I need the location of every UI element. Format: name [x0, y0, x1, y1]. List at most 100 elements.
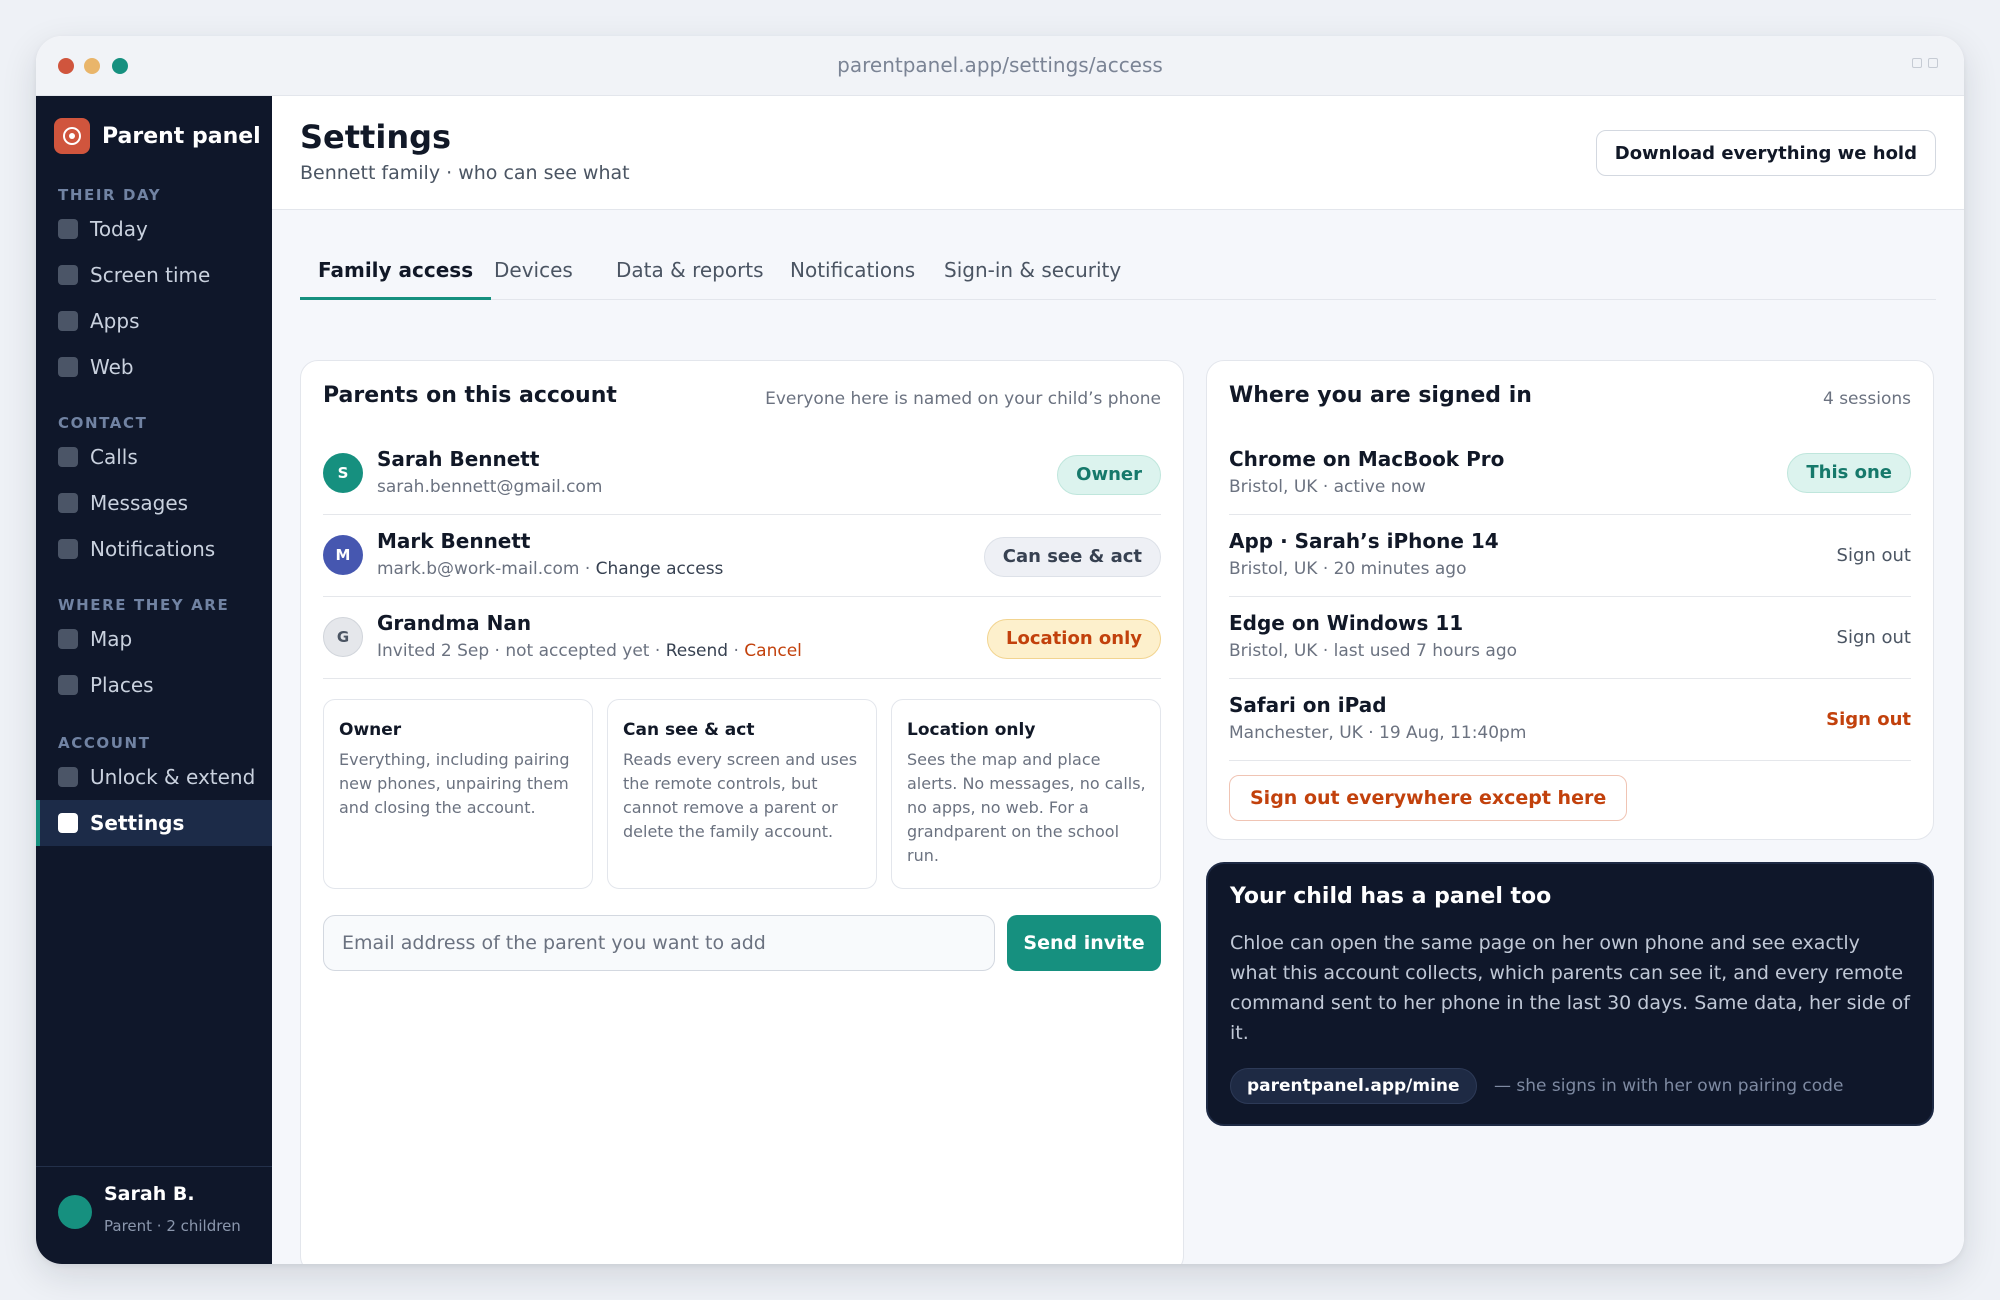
role-badge[interactable]: Can see & act	[983, 537, 1161, 577]
list-item[interactable]: G Grandma Nan Invited 2 Sep · not accept…	[323, 597, 1161, 679]
sidebar-item-label: Web	[90, 355, 134, 379]
sidebar-item-calls[interactable]: Calls	[36, 434, 272, 480]
sidebar-item-label: Map	[90, 627, 133, 651]
page-subtitle: Bennett family · who can see what	[300, 162, 630, 184]
child-panel-link[interactable]: parentpanel.app/mine	[1230, 1068, 1477, 1104]
address-bar[interactable]: parentpanel.app/settings/access	[36, 53, 1964, 77]
sidebar-item-label: Calls	[90, 445, 138, 469]
person-name: Sarah Bennett	[377, 447, 540, 471]
sidebar-item-places[interactable]: Places	[36, 662, 272, 708]
sidebar-item-web[interactable]: Web	[36, 344, 272, 390]
sign-out-button[interactable]: Sign out	[1826, 709, 1911, 730]
sidebar-item-unlock-extend[interactable]: Unlock & extend	[36, 754, 272, 800]
sidebar-item-label: Screen time	[90, 263, 211, 287]
user-profile[interactable]: Sarah B. Parent · 2 children	[36, 1166, 272, 1264]
window-control-icon[interactable]	[1928, 58, 1938, 68]
sidebar-item-label: Settings	[90, 811, 185, 835]
parents-card: Parents on this account Everyone here is…	[300, 360, 1184, 1264]
person-email: sarah.bennett@gmail.com	[377, 477, 603, 497]
sidebar-item-screen-time[interactable]: Screen time	[36, 252, 272, 298]
screen-time-icon	[58, 265, 78, 285]
places-icon	[58, 675, 78, 695]
session-detail: Bristol, UK · active now	[1229, 477, 1426, 497]
sign-out-button[interactable]: Sign out	[1837, 627, 1911, 648]
role-description-owner: Owner Everything, including pairing new …	[323, 699, 593, 889]
role-description: Sees the map and place alerts. No messag…	[907, 750, 1146, 865]
download-data-button[interactable]: Download everything we hold	[1595, 130, 1936, 176]
table-row: App · Sarah’s iPhone 14 Bristol, UK · 20…	[1229, 515, 1911, 597]
nav-section-account: ACCOUNT	[58, 734, 151, 752]
sidebar-item-map[interactable]: Map	[36, 616, 272, 662]
sidebar-item-label: Places	[90, 673, 154, 697]
invite-status: Invited 2 Sep · not accepted yet ·	[377, 641, 666, 661]
child-panel-description: Chloe can open the same page on her own …	[1230, 932, 1910, 1044]
tab-data-reports[interactable]: Data & reports	[598, 250, 782, 300]
page-title: Settings	[300, 118, 452, 156]
sidebar-item-notifications[interactable]: Notifications	[36, 526, 272, 572]
sidebar-item-apps[interactable]: Apps	[36, 298, 272, 344]
table-row: Chrome on MacBook Pro Bristol, UK · acti…	[1229, 433, 1911, 515]
role-description: Reads every screen and uses the remote c…	[623, 750, 858, 841]
tab-notifications[interactable]: Notifications	[772, 250, 933, 300]
current-session-badge: This one	[1787, 453, 1911, 493]
tab-sign-in-security[interactable]: Sign-in & security	[926, 250, 1139, 300]
window-control-icon[interactable]	[1912, 58, 1922, 68]
avatar: G	[323, 617, 363, 657]
session-detail: Manchester, UK · 19 Aug, 11:40pm	[1229, 723, 1527, 743]
settings-icon	[58, 813, 78, 833]
sessions-card: Where you are signed in 4 sessions Chrom…	[1206, 360, 1934, 840]
avatar	[58, 1195, 92, 1229]
user-role: Parent · 2 children	[104, 1217, 241, 1235]
sign-out-everywhere-button[interactable]: Sign out everywhere except here	[1229, 775, 1628, 821]
sidebar-item-messages[interactable]: Messages	[36, 480, 272, 526]
avatar: M	[323, 535, 363, 575]
session-device: Safari on iPad	[1229, 693, 1387, 717]
child-panel-card: Your child has a panel too Chloe can ope…	[1206, 862, 1934, 1126]
session-detail: Bristol, UK · last used 7 hours ago	[1229, 641, 1518, 661]
page-header: Settings Bennett family · who can see wh…	[272, 96, 1964, 210]
sidebar-item-label: Notifications	[90, 537, 216, 561]
sidebar-item-settings[interactable]: Settings	[36, 800, 272, 846]
settings-tabs: Family access Devices Data & reports Not…	[300, 250, 1936, 300]
sidebar-item-label: Apps	[90, 309, 140, 333]
cancel-invite-link[interactable]: Cancel	[744, 641, 802, 661]
role-description-location-only: Location only Sees the map and place ale…	[891, 699, 1161, 889]
role-badge[interactable]: Location only	[987, 619, 1161, 659]
messages-icon	[58, 493, 78, 513]
parents-card-title: Parents on this account	[323, 383, 617, 408]
role-title: Owner	[339, 720, 402, 740]
role-title: Can see & act	[623, 720, 755, 740]
child-panel-note: — she signs in with her own pairing code	[1494, 1076, 1844, 1096]
main-content: Settings Bennett family · who can see wh…	[272, 96, 1964, 1264]
tab-devices[interactable]: Devices	[476, 250, 591, 300]
web-icon	[58, 357, 78, 377]
avatar: S	[323, 453, 363, 493]
map-icon	[58, 629, 78, 649]
invite-email-input[interactable]	[323, 915, 995, 971]
sidebar-item-today[interactable]: Today	[36, 206, 272, 252]
list-item[interactable]: M Mark Bennett mark.b@work-mail.com · Ch…	[323, 515, 1161, 597]
sidebar: Parent panel THEIR DAY Today Screen time…	[36, 96, 272, 1264]
sidebar-item-label: Unlock & extend	[90, 765, 256, 789]
user-name: Sarah B.	[104, 1183, 195, 1205]
send-invite-button[interactable]: Send invite	[1007, 915, 1161, 971]
session-device: Edge on Windows 11	[1229, 611, 1464, 635]
sign-out-button[interactable]: Sign out	[1837, 545, 1911, 566]
tab-family-access[interactable]: Family access	[300, 250, 492, 300]
calls-icon	[58, 447, 78, 467]
change-access-link[interactable]: Change access	[596, 559, 724, 579]
brand[interactable]: Parent panel	[54, 118, 261, 154]
resend-link[interactable]: Resend	[666, 641, 728, 661]
title-bar: parentpanel.app/settings/access	[36, 36, 1964, 96]
nav-section-their-day: THEIR DAY	[58, 186, 162, 204]
table-row: Safari on iPad Manchester, UK · 19 Aug, …	[1229, 679, 1911, 761]
sessions-card-title: Where you are signed in	[1229, 383, 1532, 408]
person-name: Grandma Nan	[377, 611, 532, 635]
list-item[interactable]: S Sarah Bennett sarah.bennett@gmail.com …	[323, 433, 1161, 515]
role-description: Everything, including pairing new phones…	[339, 750, 570, 817]
sidebar-item-label: Messages	[90, 491, 189, 515]
role-title: Location only	[907, 720, 1036, 740]
nav-section-where-they-are: WHERE THEY ARE	[58, 596, 230, 614]
unlock-icon	[58, 767, 78, 787]
child-panel-title: Your child has a panel too	[1230, 884, 1552, 909]
